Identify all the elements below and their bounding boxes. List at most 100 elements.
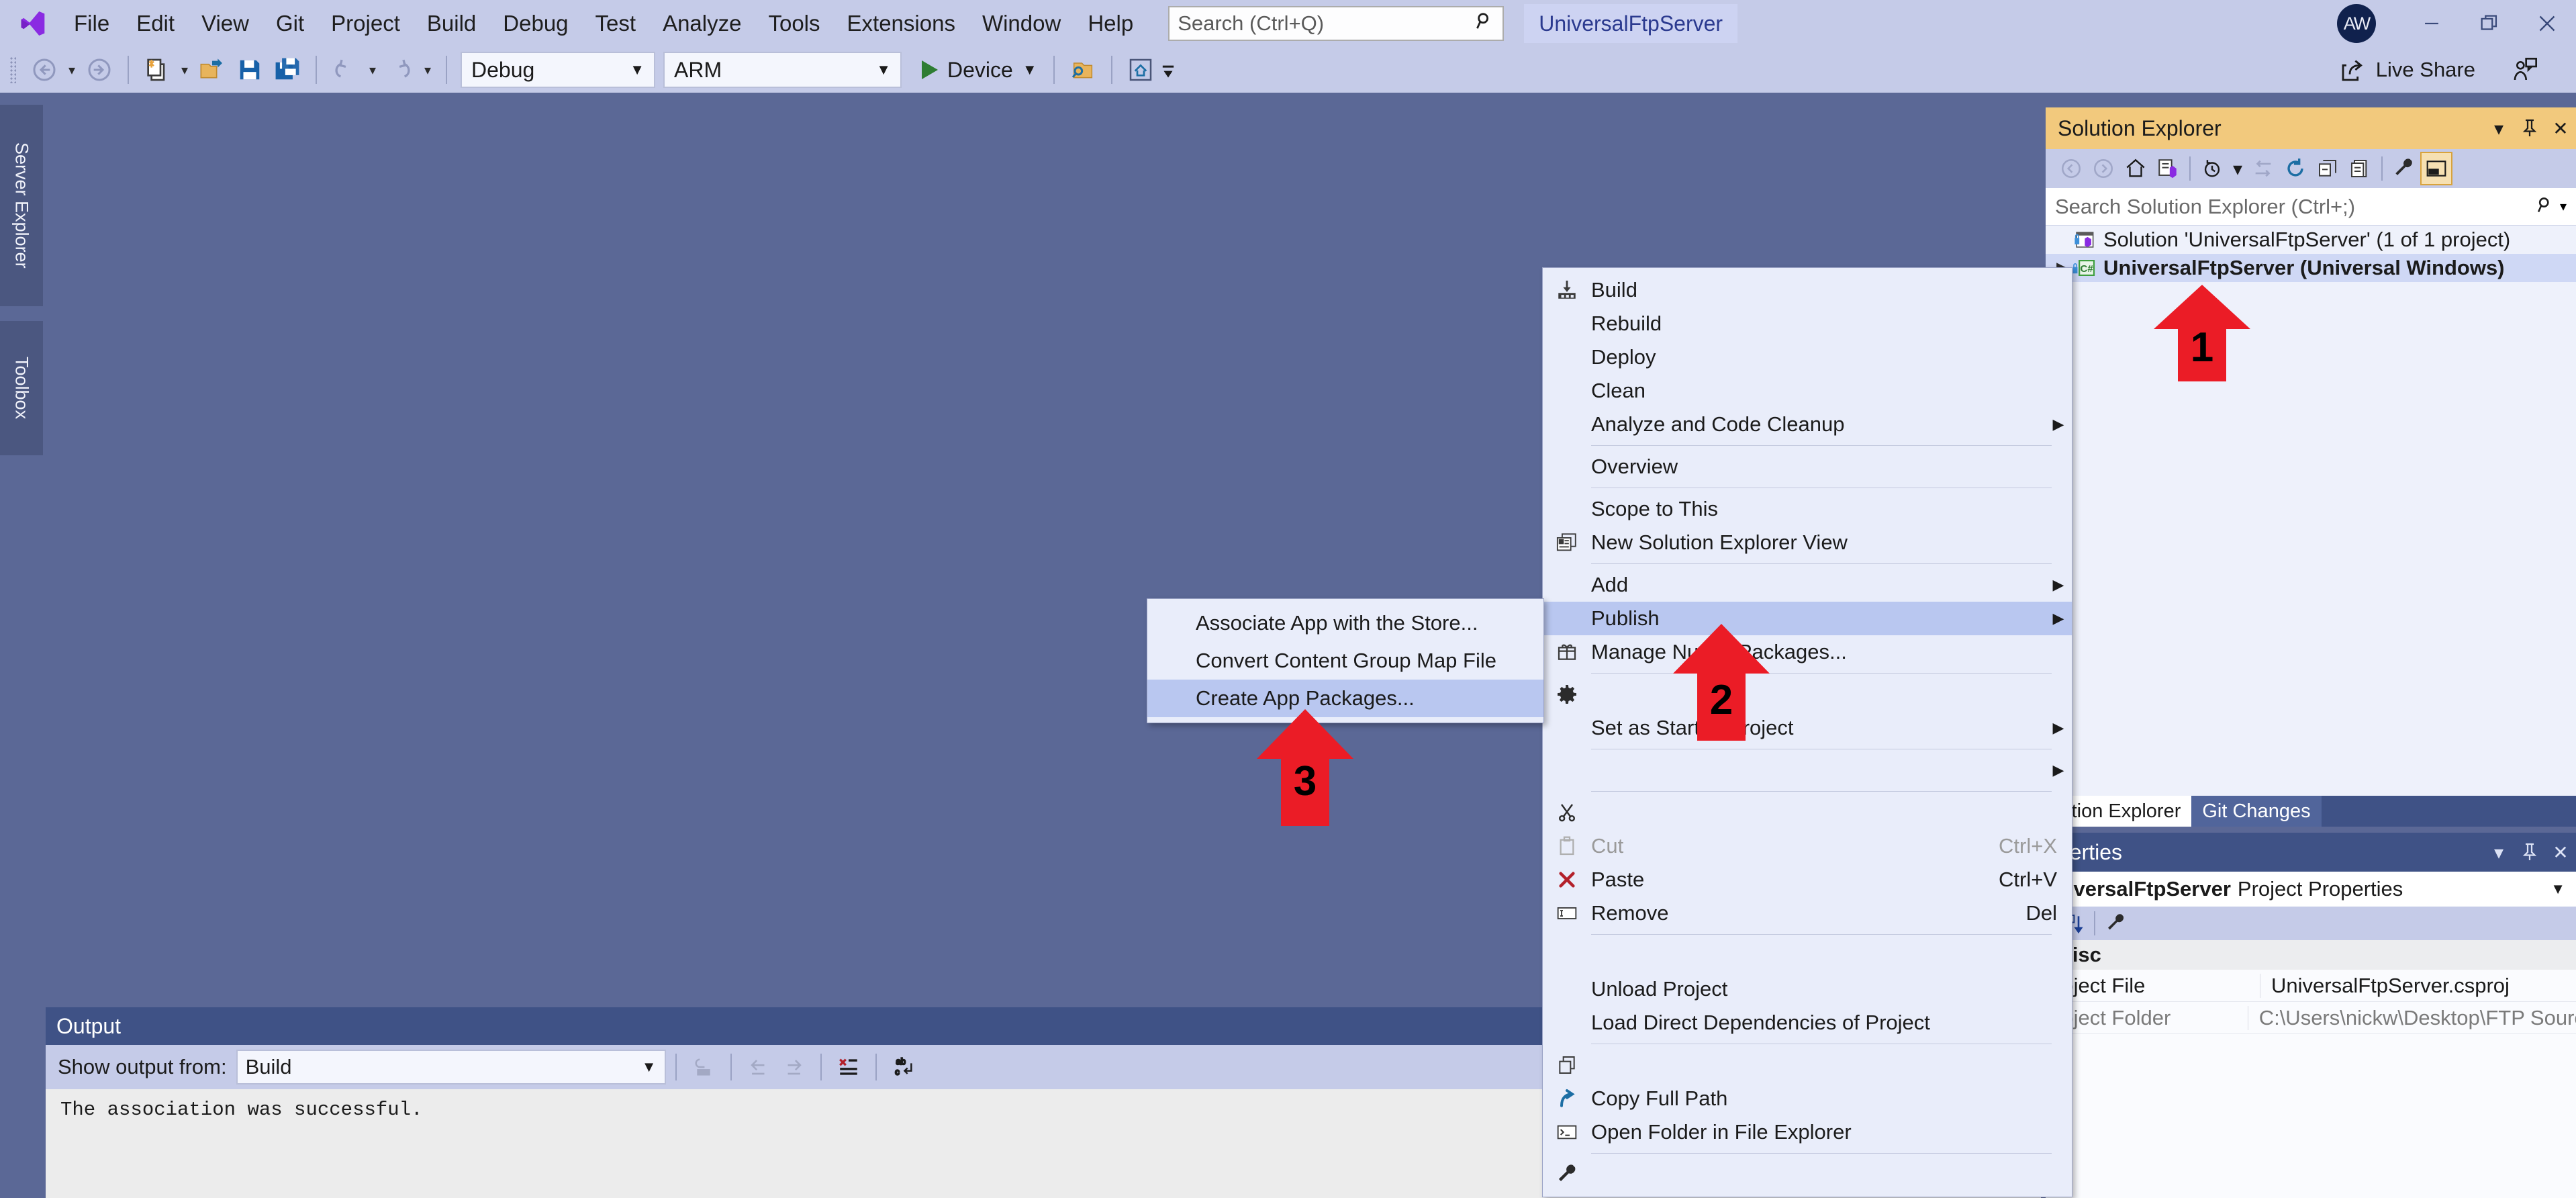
context-item-overview[interactable]: Overview (1543, 450, 2072, 483)
output-source-combobox[interactable]: Build ▼ (236, 1050, 666, 1085)
tab-git-changes[interactable]: Git Changes (2191, 796, 2321, 827)
undo-icon[interactable] (326, 51, 364, 89)
sidebar-item-toolbox[interactable]: Toolbox (0, 321, 43, 455)
properties-page-wrench-icon[interactable] (2101, 909, 2132, 938)
context-item-remove[interactable]: Paste Ctrl+V (1543, 863, 2072, 896)
forward-icon[interactable] (2087, 152, 2119, 185)
navigate-forward-icon[interactable] (81, 51, 118, 89)
collapse-all-icon[interactable] (2311, 152, 2344, 185)
navigate-back-dropdown-icon[interactable]: ▾ (63, 51, 81, 89)
close-icon[interactable]: ✕ (2545, 107, 2576, 149)
chevron-down-icon[interactable]: ▼ (2550, 880, 2565, 898)
home-icon[interactable] (2119, 152, 2152, 185)
context-item-deploy[interactable]: Deploy (1543, 340, 2072, 374)
redo-dropdown-icon[interactable]: ▾ (419, 51, 436, 89)
chevron-down-icon[interactable]: ▾ (2560, 198, 2567, 215)
menu-edit[interactable]: Edit (123, 3, 188, 44)
search-folder-icon[interactable] (1064, 51, 1102, 89)
active-project-chip[interactable]: UniversalFtpServer (1524, 4, 1737, 43)
context-item-unload-project[interactable] (1543, 939, 2072, 972)
toolbar-grip[interactable] (9, 56, 16, 83)
clear-all-icon[interactable] (831, 1050, 866, 1085)
home-window-icon[interactable] (1122, 51, 1159, 89)
sync-icon[interactable] (2247, 152, 2279, 185)
new-project-icon[interactable] (138, 51, 176, 89)
context-item-cut[interactable] (1543, 796, 2072, 829)
submenu-item-convert-content-group-map-file[interactable]: Convert Content Group Map File (1147, 642, 1543, 680)
refresh-icon[interactable] (2279, 152, 2311, 185)
show-all-files-icon[interactable] (2344, 152, 2376, 185)
context-item-properties[interactable] (1543, 1158, 2072, 1191)
chevron-down-icon[interactable]: ▾ (2483, 833, 2514, 872)
context-item-add[interactable]: Add ▶ (1543, 568, 2072, 602)
context-item-set-as-startup-project[interactable] (1543, 678, 2072, 711)
menu-help[interactable]: Help (1074, 3, 1147, 44)
pin-icon[interactable] (2514, 833, 2545, 872)
context-item-build[interactable]: Build (1543, 273, 2072, 307)
context-item-load-entire-dependency-tree[interactable]: Load Direct Dependencies of Project (1543, 1006, 2072, 1040)
back-icon[interactable] (2055, 152, 2087, 185)
chevron-down-icon[interactable]: ▾ (2228, 148, 2247, 189)
context-item-analyze-and-code-cleanup[interactable]: Analyze and Code Cleanup ▶ (1543, 408, 2072, 441)
find-message-icon[interactable] (686, 1050, 721, 1085)
context-item-manage-nuget-packages[interactable]: Manage NuGet Packages... (1543, 635, 2072, 669)
project-node-row[interactable]: ▶ C# UniversalFtpServer (Universal Windo… (2046, 254, 2576, 282)
menu-project[interactable]: Project (318, 3, 414, 44)
menu-window[interactable]: Window (969, 3, 1074, 44)
redo-icon[interactable] (381, 51, 419, 89)
preview-pane-toggle-icon[interactable] (2420, 152, 2452, 185)
close-icon[interactable]: ✕ (2545, 833, 2576, 872)
context-item-git[interactable]: ▶ (1543, 753, 2072, 787)
pin-icon[interactable] (2514, 107, 2545, 149)
open-file-icon[interactable] (193, 51, 231, 89)
context-item-copy-full-path[interactable] (1543, 1048, 2072, 1082)
go-to-next-icon[interactable] (776, 1050, 811, 1085)
menu-tools[interactable]: Tools (755, 3, 833, 44)
menu-analyze[interactable]: Analyze (649, 3, 755, 44)
context-item-publish[interactable]: Publish ▶ (1543, 602, 2072, 635)
chevron-down-icon[interactable]: ▾ (2483, 107, 2514, 149)
menu-test[interactable]: Test (582, 3, 650, 44)
global-search-input[interactable]: Search (Ctrl+Q) (1168, 6, 1504, 41)
solution-view-icon[interactable] (2152, 152, 2184, 185)
menu-extensions[interactable]: Extensions (834, 3, 969, 44)
navigate-back-icon[interactable] (26, 51, 63, 89)
context-item-open-folder-in-file-explorer[interactable]: Copy Full Path (1543, 1082, 2072, 1115)
maximize-restore-button[interactable] (2461, 0, 2518, 47)
properties-row-project-file[interactable]: roject File UniversalFtpServer.csproj (2046, 970, 2576, 1002)
minimize-button[interactable] (2403, 0, 2461, 47)
solution-explorer-search-input[interactable]: Search Solution Explorer (Ctrl+;) ▾ (2046, 188, 2576, 226)
new-project-dropdown-icon[interactable]: ▾ (176, 51, 193, 89)
save-icon[interactable] (231, 51, 269, 89)
context-item-new-solution-explorer-view[interactable]: New Solution Explorer View (1543, 526, 2072, 559)
menu-build[interactable]: Build (414, 3, 489, 44)
context-item-debug[interactable]: Set as Startup Project ▶ (1543, 711, 2072, 745)
platform-combobox[interactable]: ARM ▼ (663, 52, 902, 88)
start-debug-button[interactable]: Device ▼ (915, 51, 1044, 89)
configuration-combobox[interactable]: Debug ▼ (461, 52, 655, 88)
live-share-button[interactable]: Live Share (2340, 47, 2475, 93)
toggle-word-wrap-icon[interactable]: ab c (886, 1050, 921, 1085)
close-button[interactable] (2518, 0, 2576, 47)
go-to-previous-icon[interactable] (741, 1050, 776, 1085)
pending-changes-icon[interactable] (2196, 152, 2228, 185)
live-share-session-icon[interactable] (2512, 47, 2538, 93)
context-item-load-direct-dependencies[interactable]: Unload Project (1543, 972, 2072, 1006)
menu-file[interactable]: File (60, 3, 123, 44)
undo-dropdown-icon[interactable]: ▾ (364, 51, 381, 89)
menu-git[interactable]: Git (263, 3, 318, 44)
context-item-rebuild[interactable]: Rebuild (1543, 307, 2072, 340)
sidebar-item-server-explorer[interactable]: Server Explorer (0, 105, 43, 306)
context-item-scope-to-this[interactable]: Scope to This (1543, 492, 2072, 526)
menu-debug[interactable]: Debug (489, 3, 581, 44)
menu-view[interactable]: View (188, 3, 263, 44)
context-item-open-in-terminal[interactable]: Open Folder in File Explorer (1543, 1115, 2072, 1149)
save-all-icon[interactable] (269, 51, 306, 89)
context-item-clean[interactable]: Clean (1543, 374, 2072, 408)
solution-node-row[interactable]: Solution 'UniversalFtpServer' (1 of 1 pr… (2046, 226, 2576, 254)
toolbar-overflow-icon[interactable] (1159, 51, 1177, 89)
context-item-rename[interactable]: Remove Del (1543, 896, 2072, 930)
properties-wrench-icon[interactable] (2388, 152, 2420, 185)
submenu-item-associate-app-with-the-store[interactable]: Associate App with the Store... (1147, 604, 1543, 642)
avatar[interactable]: AW (2337, 4, 2376, 43)
